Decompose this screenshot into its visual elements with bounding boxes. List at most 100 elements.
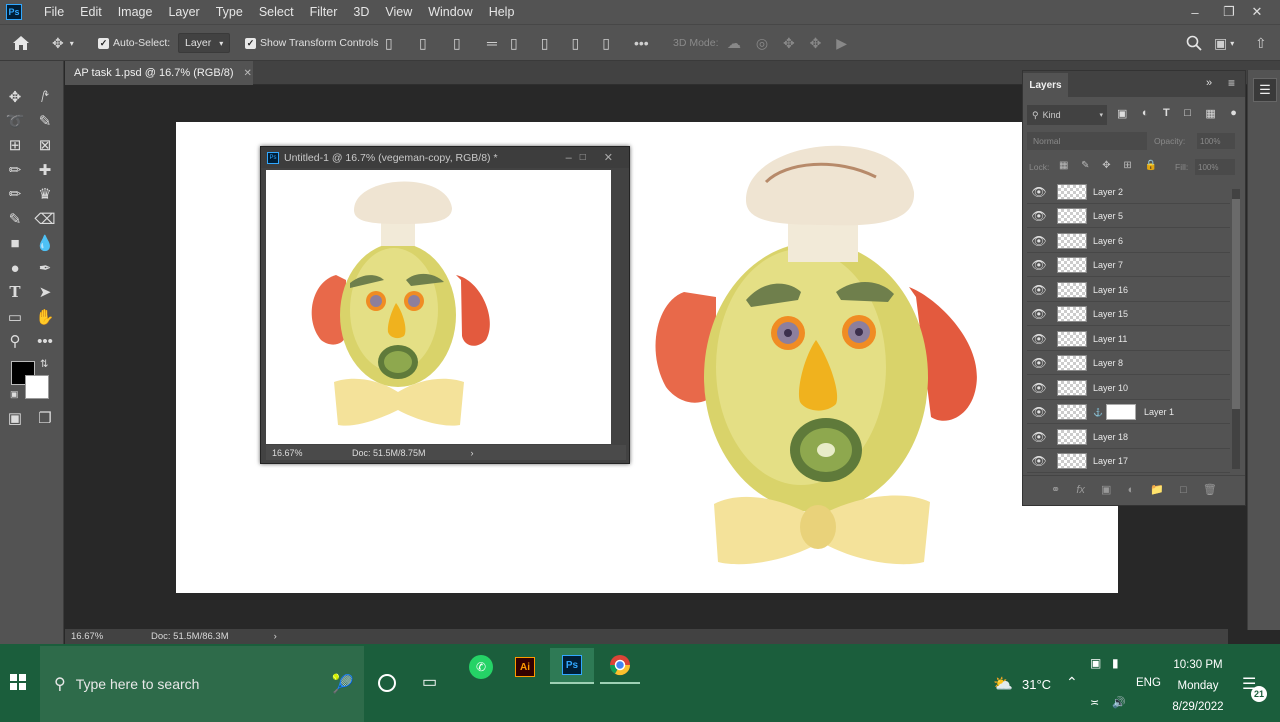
weather-temp[interactable]: 31°C xyxy=(1022,677,1051,692)
layer-row[interactable]: 👁 ⚓ Layer 1 xyxy=(1027,401,1230,424)
task-view-icon[interactable]: ▭ xyxy=(422,672,437,692)
menu-help[interactable]: Help xyxy=(481,5,523,19)
align-center-icon[interactable]: ▯ xyxy=(419,35,427,52)
delete-layer-icon[interactable]: 🗑 xyxy=(1203,483,1217,496)
dodge-tool-icon[interactable]: ● xyxy=(2,257,28,279)
minimize-button[interactable]: – xyxy=(1178,0,1212,24)
layer-filter-dropdown[interactable]: ⚲ Kind ▾ xyxy=(1027,105,1107,125)
link-layers-icon[interactable]: ⚭ xyxy=(1051,483,1060,496)
chrome-icon[interactable] xyxy=(600,648,640,684)
document-tab[interactable]: AP task 1.psd @ 16.7% (RGB/8) ✕ xyxy=(65,61,253,85)
layer-row[interactable]: 👁 Layer 18 xyxy=(1027,426,1230,449)
windows-start-icon[interactable] xyxy=(10,674,26,693)
path-select-tool-icon[interactable]: ➤ xyxy=(32,281,58,303)
eye-icon[interactable]: 👁 xyxy=(1029,381,1049,395)
maximize-icon[interactable]: □ xyxy=(580,152,586,163)
lock-artboard-icon[interactable]: ⊞ xyxy=(1123,160,1131,171)
background-color-swatch[interactable] xyxy=(25,375,49,399)
distribute-middle-icon[interactable]: ▯ xyxy=(541,35,549,52)
3d-camera-icon[interactable]: ▶ xyxy=(836,35,847,52)
volume-icon[interactable]: 🔊 xyxy=(1112,696,1126,709)
menu-window[interactable]: Window xyxy=(420,5,480,19)
eyedropper-tool-icon[interactable]: ✏ xyxy=(2,159,28,181)
shape-filter-icon[interactable]: □ xyxy=(1184,107,1191,120)
swap-colors-icon[interactable]: ⇅ xyxy=(40,359,48,370)
layer-row[interactable]: 👁 Layer 6 xyxy=(1027,230,1230,253)
lock-pixels-icon[interactable]: ✎ xyxy=(1081,160,1089,171)
layers-panel-icon[interactable]: ☰ xyxy=(1253,78,1277,102)
menu-filter[interactable]: Filter xyxy=(302,5,346,19)
type-filter-icon[interactable]: T xyxy=(1163,107,1170,120)
collapse-panel-icon[interactable]: » xyxy=(1206,77,1212,89)
edit-toolbar-icon[interactable]: ••• xyxy=(32,330,58,352)
blur-tool-icon[interactable]: 💧 xyxy=(32,232,58,254)
default-colors-icon[interactable]: ▣ xyxy=(10,389,19,400)
auto-select-checkbox[interactable]: ✓ Auto-Select: xyxy=(98,25,170,61)
3d-slide-icon[interactable]: ✥ xyxy=(810,35,822,52)
move-tool-icon[interactable]: ✥ xyxy=(2,86,28,108)
marquee-tool-icon[interactable]: ⭚ xyxy=(32,86,58,108)
history-brush-tool-icon[interactable]: ✎ xyxy=(2,208,28,230)
layer-row[interactable]: 👁 Layer 15 xyxy=(1027,303,1230,326)
scrollbar-thumb[interactable] xyxy=(1232,199,1240,409)
eye-icon[interactable]: 👁 xyxy=(1029,454,1049,468)
opacity-input[interactable]: 100% xyxy=(1197,133,1235,149)
menu-image[interactable]: Image xyxy=(110,5,161,19)
eye-icon[interactable]: 👁 xyxy=(1029,332,1049,346)
weather-icon[interactable]: ⛅ xyxy=(993,674,1013,694)
frame-tool-icon[interactable]: ⊠ xyxy=(32,134,58,156)
eye-icon[interactable]: 👁 xyxy=(1029,430,1049,444)
menu-view[interactable]: View xyxy=(377,5,420,19)
zoom-value[interactable]: 16.67% xyxy=(71,631,141,642)
clock[interactable]: 10:30 PM Monday 8/29/2022 xyxy=(1168,655,1228,718)
layer-row[interactable]: 👁 Layer 2 xyxy=(1027,181,1230,204)
share-icon[interactable]: ⇧ xyxy=(1255,25,1267,61)
pen-tool-icon[interactable]: ✒ xyxy=(32,257,58,279)
new-group-icon[interactable]: 📁 xyxy=(1150,483,1164,496)
eye-icon[interactable]: 👁 xyxy=(1029,258,1049,272)
type-tool-icon[interactable]: T xyxy=(2,281,28,303)
search-icon[interactable] xyxy=(1186,25,1202,61)
menu-type[interactable]: Type xyxy=(208,5,251,19)
floating-canvas[interactable] xyxy=(266,170,611,444)
adjustment-filter-icon[interactable]: ◐ xyxy=(1142,107,1149,120)
image-filter-icon[interactable]: ▣ xyxy=(1117,107,1127,120)
menu-select[interactable]: Select xyxy=(251,5,302,19)
adjustment-layer-icon[interactable]: ◐ xyxy=(1128,484,1135,496)
layer-row[interactable]: 👁 Layer 7 xyxy=(1027,254,1230,277)
lock-position-icon[interactable]: ✥ xyxy=(1102,160,1110,171)
layer-row[interactable]: 👁 Layer 11 xyxy=(1027,328,1230,351)
eye-icon[interactable]: 👁 xyxy=(1029,405,1049,419)
lasso-tool-icon[interactable]: ➰ xyxy=(2,110,28,132)
menu-3d[interactable]: 3D xyxy=(345,5,377,19)
layers-scrollbar[interactable] xyxy=(1232,189,1240,469)
close-tab-icon[interactable]: ✕ xyxy=(244,68,252,79)
minimize-icon[interactable]: – xyxy=(566,152,572,164)
floating-window-titlebar[interactable]: Ps Untitled-1 @ 16.7% (vegeman-copy, RGB… xyxy=(261,147,629,168)
cortana-icon[interactable] xyxy=(378,674,396,692)
eye-icon[interactable]: 👁 xyxy=(1029,283,1049,297)
filter-toggle-icon[interactable]: ● xyxy=(1230,107,1237,120)
gradient-tool-icon[interactable]: ■ xyxy=(2,232,28,254)
illustrator-icon[interactable]: Ai xyxy=(510,652,540,682)
show-transform-checkbox[interactable]: ✓ Show Transform Controls xyxy=(245,25,378,61)
align-right-icon[interactable]: ▯ xyxy=(453,35,461,52)
lock-transparency-icon[interactable]: ▦ xyxy=(1059,160,1068,171)
photoshop-taskbar-icon[interactable]: Ps xyxy=(550,648,594,684)
chevron-right-icon[interactable]: › xyxy=(471,448,474,458)
floating-document-window[interactable]: Ps Untitled-1 @ 16.7% (vegeman-copy, RGB… xyxy=(260,146,630,464)
3d-orbit-icon[interactable]: ☁ xyxy=(727,35,741,52)
fx-icon[interactable]: fx xyxy=(1076,484,1085,496)
eye-icon[interactable]: 👁 xyxy=(1029,209,1049,223)
clone-stamp-tool-icon[interactable]: ♛ xyxy=(32,183,58,205)
floating-zoom-value[interactable]: 16.67% xyxy=(272,448,312,458)
layer-row[interactable]: 👁 Layer 10 xyxy=(1027,377,1230,400)
panel-menu-icon[interactable]: ≡ xyxy=(1228,76,1235,90)
quick-mask-icon[interactable]: ▣ xyxy=(2,407,28,429)
layer-row[interactable]: 👁 Layer 16 xyxy=(1027,279,1230,302)
align-left-icon[interactable]: ▯ xyxy=(385,35,393,52)
quick-select-tool-icon[interactable]: ✎ xyxy=(32,110,58,132)
eye-icon[interactable]: 👁 xyxy=(1029,307,1049,321)
brush-tool-icon[interactable]: ✏ xyxy=(2,183,28,205)
close-button[interactable]: ✕ xyxy=(1240,0,1274,24)
